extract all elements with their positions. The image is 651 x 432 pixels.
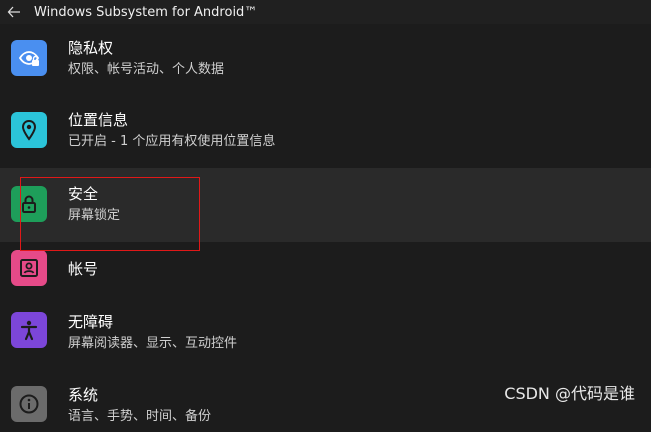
settings-item-description: 已开启 - 1 个应用有权使用位置信息 xyxy=(68,134,276,149)
settings-item-texts: 安全 屏幕锁定 xyxy=(68,184,120,225)
back-button[interactable] xyxy=(2,0,26,24)
settings-item-label: 无障碍 xyxy=(68,313,114,331)
title-bar: Windows Subsystem for Android™ xyxy=(0,0,651,24)
location-pin-icon xyxy=(21,119,37,141)
accessibility-icon-tile xyxy=(11,312,47,348)
settings-item-security[interactable]: 安全 屏幕锁定 xyxy=(0,168,651,242)
settings-item-texts: 帐号 xyxy=(68,259,98,279)
settings-item-privacy[interactable]: 隐私权 权限、帐号活动、个人数据 xyxy=(0,24,651,96)
settings-item-texts: 位置信息 已开启 - 1 个应用有权使用位置信息 xyxy=(68,110,275,151)
settings-item-label: 位置信息 xyxy=(68,111,129,129)
settings-item-accessibility[interactable]: 无障碍 屏幕阅读器、显示、互动控件 xyxy=(0,298,651,372)
lock-icon xyxy=(22,195,36,213)
settings-item-description: 权限、帐号活动、个人数据 xyxy=(68,62,225,77)
account-id-card-icon xyxy=(20,259,38,277)
location-icon-tile xyxy=(11,112,47,148)
back-arrow-icon xyxy=(7,6,20,18)
window-title: Windows Subsystem for Android™ xyxy=(34,4,258,20)
settings-item-label: 帐号 xyxy=(68,260,99,278)
settings-item-description: 屏幕锁定 xyxy=(68,208,121,223)
settings-item-location[interactable]: 位置信息 已开启 - 1 个应用有权使用位置信息 xyxy=(0,96,651,168)
settings-item-account[interactable]: 帐号 xyxy=(0,242,651,298)
settings-item-texts: 系统 语言、手势、时间、备份 xyxy=(68,385,211,426)
settings-item-label: 安全 xyxy=(68,185,99,203)
settings-item-label: 系统 xyxy=(68,386,99,404)
security-icon-tile xyxy=(11,186,47,222)
system-icon-tile xyxy=(11,386,47,422)
settings-item-texts: 隐私权 权限、帐号活动、个人数据 xyxy=(68,38,224,79)
settings-item-description: 语言、手势、时间、备份 xyxy=(68,409,212,424)
account-icon-tile xyxy=(11,250,47,286)
accessibility-person-icon xyxy=(20,320,38,341)
privacy-icon-tile xyxy=(11,40,47,76)
privacy-eye-lock-icon xyxy=(18,51,40,66)
settings-item-texts: 无障碍 屏幕阅读器、显示、互动控件 xyxy=(68,312,237,353)
settings-item-label: 隐私权 xyxy=(68,39,114,57)
info-icon xyxy=(19,394,39,414)
watermark: CSDN @代码是谁 xyxy=(504,384,635,403)
settings-item-description: 屏幕阅读器、显示、互动控件 xyxy=(68,336,238,351)
